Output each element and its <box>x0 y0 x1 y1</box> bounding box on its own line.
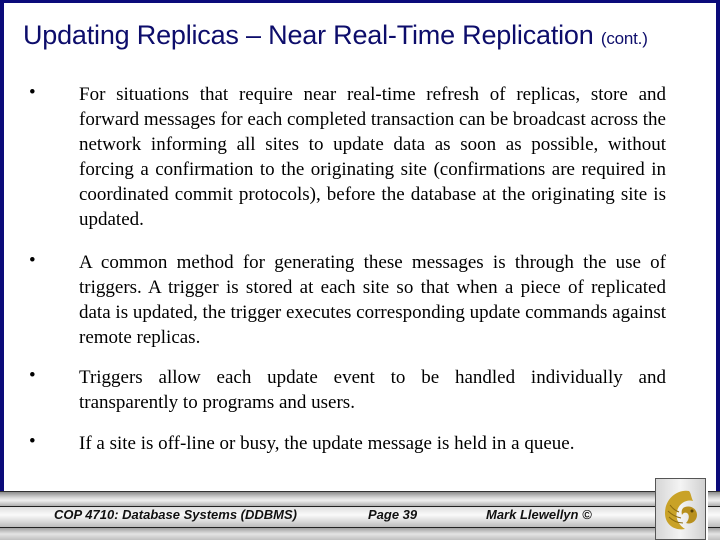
pegasus-logo-icon <box>665 490 697 530</box>
footer-bar-right-top <box>708 491 720 506</box>
bullet-text: A common method for generating these mes… <box>79 252 666 348</box>
title-text: Updating Replicas – Near Real-Time Repli… <box>23 20 594 50</box>
bullet-text: Triggers allow each update event to be h… <box>79 367 666 413</box>
footer-bar-top <box>0 491 656 506</box>
slide-footer: COP 4710: Database Systems (DDBMS) Page … <box>0 491 720 540</box>
footer-course: COP 4710: Database Systems (DDBMS) <box>54 507 297 522</box>
footer-bar-right-middle <box>708 506 720 528</box>
bullet-text: If a site is off-line or busy, the updat… <box>79 433 575 454</box>
bullet-marker: • <box>29 82 36 103</box>
slide: Updating Replicas – Near Real-Time Repli… <box>0 0 720 540</box>
bullet-marker: • <box>29 365 36 386</box>
footer-bar-right-bottom <box>708 528 720 540</box>
title-suffix: (cont.) <box>600 29 648 48</box>
footer-bar-bottom <box>0 528 656 540</box>
bullet-text: For situations that require near real-ti… <box>79 84 666 230</box>
bullet-marker: • <box>29 250 36 271</box>
footer-author: Mark Llewellyn © <box>486 507 592 522</box>
logo-box <box>655 478 706 540</box>
footer-page-number: Page 39 <box>368 507 418 522</box>
slide-frame <box>0 0 720 493</box>
bullet-marker: • <box>29 431 36 452</box>
slide-title: Updating Replicas – Near Real-Time Repli… <box>23 20 648 51</box>
